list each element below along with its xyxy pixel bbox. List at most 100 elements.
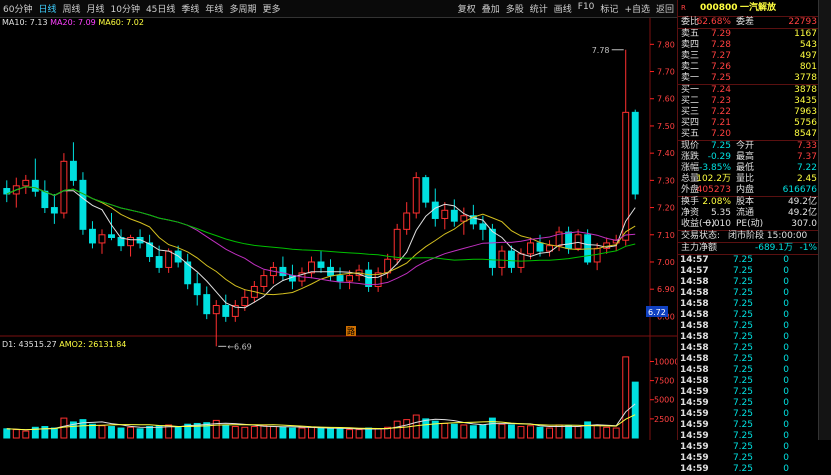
candle-body (127, 236, 135, 247)
stat-value: 7.33 (796, 141, 817, 151)
tick-row: 14:58 7.25 0 (678, 365, 819, 376)
tick-volume: 0 (783, 365, 789, 375)
ask-label: 卖四 (681, 40, 700, 50)
volume-bar (574, 426, 582, 439)
tick-time: 14:58 (680, 310, 709, 320)
ask-volume: 1167 (794, 29, 817, 39)
tick-time: 14:59 (680, 453, 709, 463)
tick-price: 7.25 (732, 255, 753, 265)
tick-volume: 0 (783, 343, 789, 353)
tick-volume: 0 (783, 255, 789, 265)
bid-label: 买三 (681, 107, 700, 117)
kline-chart-area[interactable]: 60分钟 日线 周线 月线 10分钟 45日线 季线 年线 多周期 更多 复权 叠加 多股 统计 画线 F10… (0, 0, 677, 440)
stat-value: 49.2亿 (787, 208, 817, 218)
candle-body (98, 234, 106, 244)
quote-panel: R 000800 一汽解放 委比 62.68% 委差 22793 卖五 7.29 1… (677, 0, 819, 474)
bid-price: 7.24 (710, 85, 731, 95)
tick-time: 14:58 (680, 288, 709, 298)
volume-bar (565, 425, 573, 439)
candle-body (50, 207, 58, 214)
ask-label: 卖一 (681, 73, 700, 83)
tick-time: 14:58 (680, 376, 709, 386)
tick-volume: 0 (783, 310, 789, 320)
kline-svg[interactable]: 7.80 7.70 7.60 7.50 7.40 7.30 7.20 7.10 7.00 6.90… (0, 0, 677, 440)
tick-price: 7.25 (732, 365, 753, 375)
tick-row: 14:58 7.25 0 (678, 288, 819, 299)
ask-label: 卖五 (681, 29, 700, 39)
volume-bar (622, 356, 630, 439)
price-axis-label: 7.50 (657, 122, 675, 131)
volume-bar (593, 424, 601, 439)
tick-row: 14:57 7.25 0 (678, 255, 819, 266)
bid-label: 买二 (681, 96, 700, 106)
volume-bar (498, 423, 506, 439)
event-marker-label: 路 (347, 326, 355, 336)
stat-value: 405273 (696, 185, 731, 195)
bid-price: 7.22 (710, 107, 731, 117)
volume-bar (507, 424, 515, 439)
candle-body (393, 228, 401, 260)
volume-bar (136, 428, 144, 439)
candle-body (574, 234, 582, 249)
bid-volume: 8547 (794, 129, 817, 139)
tick-volume: 0 (783, 277, 789, 287)
candle-body (536, 242, 544, 252)
stat-value: 7.37 (796, 152, 817, 162)
candle-body (279, 266, 287, 277)
tick-list[interactable]: 14:57 7.25 0 14:57 7.25 0 14:58 7.25 0 14:58 7.25 0… (678, 254, 819, 475)
volume-bar (327, 428, 334, 439)
volume-bar (346, 429, 354, 439)
tick-price: 7.25 (732, 332, 753, 342)
stat-label: 涨幅 (681, 163, 700, 173)
bid-label: 买四 (681, 118, 700, 128)
bid-volume: 5756 (794, 118, 817, 128)
tick-volume: 0 (783, 332, 789, 342)
stat-value: 0.010 (705, 219, 731, 229)
candle-body (193, 283, 201, 296)
bid-book: 买一 7.24 3878 买二 7.23 3435 买三 7.22 7963 买四 7.21 5756… (678, 84, 819, 140)
tick-price: 7.25 (732, 277, 753, 287)
tick-price: 7.25 (732, 266, 753, 276)
candle-body (488, 228, 496, 268)
candle-body (631, 111, 639, 195)
candle-body (89, 228, 96, 244)
volume-bar (488, 417, 496, 439)
exchange-badge: R (681, 4, 686, 12)
ask-price: 7.26 (710, 62, 731, 72)
tick-price: 7.25 (732, 409, 753, 419)
tick-time: 14:59 (680, 409, 709, 419)
ask-label: 卖三 (681, 51, 700, 61)
bid-label: 买一 (681, 85, 700, 95)
ask-volume: 801 (799, 62, 817, 72)
price-axis-label: 7.40 (657, 149, 675, 158)
tick-time: 14:58 (680, 343, 709, 353)
price-axis-label: 7.20 (657, 204, 675, 213)
tick-price: 7.25 (732, 431, 753, 441)
tick-price: 7.25 (732, 464, 753, 474)
volume-bar (317, 427, 325, 439)
volume-bar (603, 426, 611, 439)
volume-bar (422, 418, 430, 439)
candle-body (31, 179, 39, 192)
candle-body (460, 215, 468, 222)
ask-volume: 3778 (794, 73, 817, 83)
volume-bar (374, 428, 382, 439)
volume-bar (89, 423, 96, 439)
volume-bar (450, 423, 458, 439)
quote-row: 总量 102.2万 量比 2.45 (678, 174, 819, 185)
price-axis-label: 7.10 (657, 231, 675, 240)
volume-bar (536, 426, 544, 439)
candle-body (412, 177, 420, 214)
candle-body (260, 275, 268, 287)
volume-bar (146, 426, 154, 439)
tick-volume: 0 (783, 442, 789, 452)
stat-label: 量比 (736, 174, 755, 184)
side-scrollbar[interactable] (818, 0, 831, 440)
tick-row: 14:59 7.25 0 (678, 387, 819, 398)
candle-body (346, 275, 354, 282)
quote-row: 卖二 7.26 801 (678, 62, 819, 73)
volume-bar (60, 417, 68, 439)
tick-time: 14:57 (680, 266, 709, 276)
volume-bar (269, 426, 277, 439)
volume-bar (393, 420, 401, 439)
